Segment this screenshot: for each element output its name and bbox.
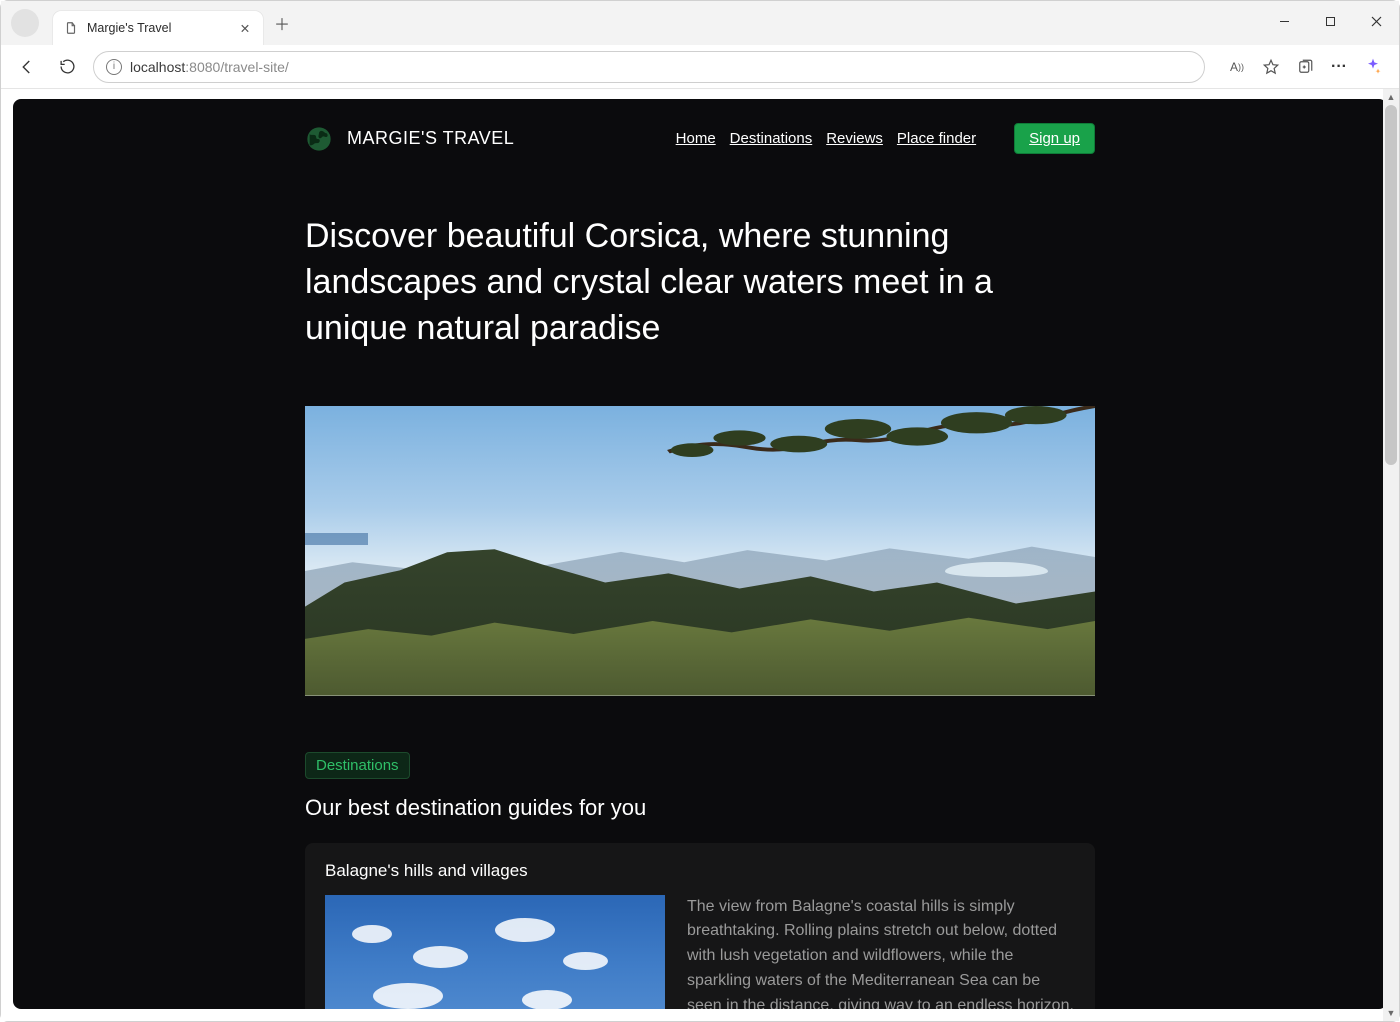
globe-icon bbox=[305, 125, 333, 153]
read-aloud-icon[interactable]: A)) bbox=[1223, 53, 1251, 81]
address-bar[interactable]: i localhost:8080/travel-site/ bbox=[93, 51, 1205, 83]
tab-title: Margie's Travel bbox=[87, 21, 229, 35]
main-nav: Home Destinations Reviews Place finder bbox=[676, 130, 976, 147]
more-menu-icon[interactable]: ··· bbox=[1325, 53, 1353, 81]
close-tab-icon[interactable]: ✕ bbox=[237, 21, 253, 36]
tab-active[interactable]: Margie's Travel ✕ bbox=[53, 11, 263, 45]
refresh-button[interactable] bbox=[53, 53, 81, 81]
nav-place-finder[interactable]: Place finder bbox=[897, 130, 976, 147]
new-tab-button[interactable]: ＋ bbox=[267, 8, 297, 38]
toolbar-right-icons: A)) ··· bbox=[1223, 53, 1387, 81]
browser-window: Margie's Travel ✕ ＋ i localhost:8080/tra… bbox=[0, 0, 1400, 1022]
site-header: MARGIE'S TRAVEL Home Destinations Review… bbox=[305, 123, 1095, 154]
favorite-star-icon[interactable] bbox=[1257, 53, 1285, 81]
signup-button[interactable]: Sign up bbox=[1014, 123, 1095, 154]
viewport: MARGIE'S TRAVEL Home Destinations Review… bbox=[1, 89, 1399, 1021]
page-icon bbox=[63, 20, 79, 36]
scroll-thumb[interactable] bbox=[1385, 105, 1397, 465]
scroll-track[interactable] bbox=[1383, 105, 1399, 1005]
profile-avatar[interactable] bbox=[11, 9, 39, 37]
tab-strip: Margie's Travel ✕ ＋ bbox=[1, 1, 1399, 45]
destinations-tag: Destinations bbox=[305, 752, 410, 779]
webpage[interactable]: MARGIE'S TRAVEL Home Destinations Review… bbox=[13, 99, 1387, 1009]
destinations-heading: Our best destination guides for you bbox=[305, 795, 1095, 821]
copilot-icon[interactable] bbox=[1359, 53, 1387, 81]
hero-image bbox=[305, 406, 1095, 696]
card-text: The view from Balagne's coastal hills is… bbox=[687, 895, 1075, 1009]
minimize-button[interactable] bbox=[1261, 1, 1307, 41]
toolbar: i localhost:8080/travel-site/ A)) ··· bbox=[1, 45, 1399, 89]
hero-title: Discover beautiful Corsica, where stunni… bbox=[305, 214, 1095, 352]
back-button[interactable] bbox=[13, 53, 41, 81]
site-info-icon[interactable]: i bbox=[106, 59, 122, 75]
card-title: Balagne's hills and villages bbox=[325, 861, 1075, 881]
nav-reviews[interactable]: Reviews bbox=[826, 130, 883, 147]
nav-destinations[interactable]: Destinations bbox=[730, 130, 813, 147]
maximize-button[interactable] bbox=[1307, 1, 1353, 41]
brand-name: MARGIE'S TRAVEL bbox=[347, 128, 514, 149]
scroll-up-arrow[interactable]: ▲ bbox=[1383, 89, 1399, 105]
card-image bbox=[325, 895, 665, 1009]
url-text: localhost:8080/travel-site/ bbox=[130, 59, 289, 75]
page-scrollbar[interactable]: ▲ ▼ bbox=[1383, 89, 1399, 1021]
scroll-down-arrow[interactable]: ▼ bbox=[1383, 1005, 1399, 1021]
collections-icon[interactable] bbox=[1291, 53, 1319, 81]
nav-home[interactable]: Home bbox=[676, 130, 716, 147]
close-window-button[interactable] bbox=[1353, 1, 1399, 41]
window-controls bbox=[1261, 1, 1399, 41]
destination-card[interactable]: Balagne's hills and villages The view fr… bbox=[305, 843, 1095, 1009]
